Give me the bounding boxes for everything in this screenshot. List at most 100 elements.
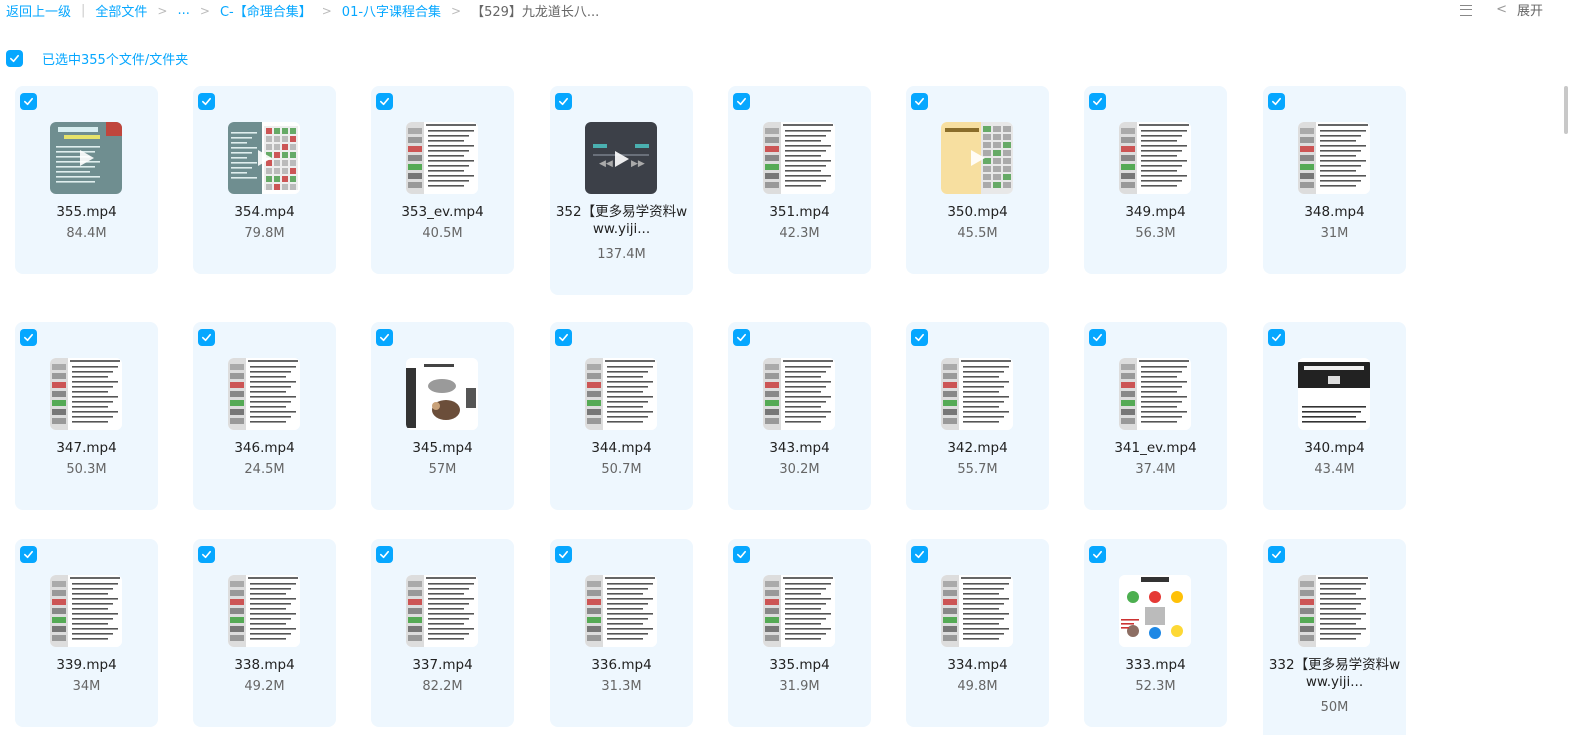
file-checkbox[interactable]	[376, 546, 393, 563]
file-name: 339.mp4	[56, 657, 117, 673]
video-thumbnail[interactable]	[50, 122, 122, 194]
file-card[interactable]: 354.mp4 79.8M	[193, 86, 336, 274]
checkmark-icon	[915, 550, 924, 559]
file-checkbox[interactable]	[20, 329, 37, 346]
video-thumbnail[interactable]	[585, 575, 657, 647]
checkmark-icon	[24, 97, 33, 106]
file-checkbox[interactable]	[376, 329, 393, 346]
file-checkbox[interactable]	[1089, 329, 1106, 346]
file-card[interactable]: 337.mp4 82.2M	[371, 539, 514, 727]
file-name: 354.mp4	[234, 204, 295, 220]
list-view-icon[interactable]	[1458, 2, 1474, 18]
file-checkbox[interactable]	[20, 93, 37, 110]
chevron-left-icon[interactable]: <	[1496, 2, 1507, 17]
video-thumbnail[interactable]	[406, 358, 478, 430]
checkmark-icon	[559, 333, 568, 342]
file-checkbox[interactable]	[1268, 546, 1285, 563]
file-card[interactable]: 345.mp4 57M	[371, 322, 514, 510]
file-checkbox[interactable]	[555, 329, 572, 346]
file-card[interactable]: 332【更多易学资料www.yiji... 50M	[1263, 539, 1406, 735]
file-card[interactable]: 348.mp4 31M	[1263, 86, 1406, 274]
breadcrumb-folder-1[interactable]: C-【命理合集】	[220, 1, 312, 20]
file-checkbox[interactable]	[733, 93, 750, 110]
file-size: 24.5M	[244, 462, 285, 477]
checkmark-icon	[1093, 550, 1102, 559]
scrollbar[interactable]	[1564, 86, 1568, 134]
file-card[interactable]: 341_ev.mp4 37.4M	[1084, 322, 1227, 510]
checkmark-icon	[380, 550, 389, 559]
video-thumbnail[interactable]	[406, 575, 478, 647]
file-card[interactable]: 334.mp4 49.8M	[906, 539, 1049, 727]
select-all-row: 已选中355个文件/文件夹	[6, 49, 188, 68]
video-thumbnail[interactable]	[763, 575, 835, 647]
file-card[interactable]: 344.mp4 50.7M	[550, 322, 693, 510]
video-thumbnail[interactable]	[228, 358, 300, 430]
video-thumbnail[interactable]	[585, 358, 657, 430]
video-thumbnail[interactable]: ◀◀ ▶▶	[585, 122, 657, 194]
file-card[interactable]: 346.mp4 24.5M	[193, 322, 336, 510]
file-checkbox[interactable]	[198, 329, 215, 346]
video-thumbnail[interactable]	[941, 122, 1013, 194]
video-thumbnail[interactable]	[406, 122, 478, 194]
video-thumbnail[interactable]	[763, 358, 835, 430]
video-thumbnail[interactable]	[1119, 122, 1191, 194]
file-card[interactable]: 340.mp4 43.4M	[1263, 322, 1406, 510]
video-thumbnail[interactable]	[50, 575, 122, 647]
file-checkbox[interactable]	[733, 546, 750, 563]
breadcrumb-separator-icon: >	[451, 3, 462, 18]
video-thumbnail[interactable]	[941, 358, 1013, 430]
breadcrumb-divider: |	[81, 3, 86, 18]
breadcrumb-ellipsis[interactable]: ...	[177, 3, 189, 18]
file-card[interactable]: 351.mp4 42.3M	[728, 86, 871, 274]
file-card[interactable]: 342.mp4 55.7M	[906, 322, 1049, 510]
file-size: 40.5M	[422, 226, 463, 241]
video-thumbnail[interactable]	[228, 575, 300, 647]
file-card[interactable]: 347.mp4 50.3M	[15, 322, 158, 510]
expand-button[interactable]: 展开	[1517, 0, 1543, 19]
breadcrumb-all-files[interactable]: 全部文件	[95, 1, 147, 20]
file-card[interactable]: 339.mp4 34M	[15, 539, 158, 727]
file-checkbox[interactable]	[1268, 93, 1285, 110]
file-checkbox[interactable]	[911, 329, 928, 346]
video-thumbnail[interactable]	[50, 358, 122, 430]
video-thumbnail[interactable]	[228, 122, 300, 194]
video-thumbnail[interactable]	[1298, 575, 1370, 647]
file-size: 49.8M	[957, 679, 998, 694]
file-checkbox[interactable]	[376, 93, 393, 110]
file-name: 350.mp4	[947, 204, 1008, 220]
video-thumbnail[interactable]	[1298, 358, 1370, 430]
file-card[interactable]: 333.mp4 52.3M	[1084, 539, 1227, 727]
file-checkbox[interactable]	[555, 93, 572, 110]
video-thumbnail[interactable]	[941, 575, 1013, 647]
checkmark-icon	[10, 54, 19, 63]
breadcrumb-folder-2[interactable]: 01-八字课程合集	[342, 1, 441, 20]
file-card[interactable]: 336.mp4 31.3M	[550, 539, 693, 727]
file-card[interactable]: ◀◀ ▶▶ 352【更多易学资料www.yiji... 137.4M	[550, 86, 693, 295]
top-bar: 返回上一级 | 全部文件 > ... > C-【命理合集】 > 01-八字课程合…	[0, 0, 1583, 22]
select-all-checkbox[interactable]	[6, 50, 23, 67]
file-checkbox[interactable]	[733, 329, 750, 346]
file-size: 82.2M	[422, 679, 463, 694]
file-card[interactable]: 353_ev.mp4 40.5M	[371, 86, 514, 274]
file-checkbox[interactable]	[911, 546, 928, 563]
file-card[interactable]: 349.mp4 56.3M	[1084, 86, 1227, 274]
video-thumbnail[interactable]	[763, 122, 835, 194]
file-checkbox[interactable]	[20, 546, 37, 563]
file-checkbox[interactable]	[1089, 93, 1106, 110]
file-card[interactable]: 338.mp4 49.2M	[193, 539, 336, 727]
file-checkbox[interactable]	[555, 546, 572, 563]
file-card[interactable]: 343.mp4 30.2M	[728, 322, 871, 510]
video-thumbnail[interactable]	[1119, 575, 1191, 647]
file-checkbox[interactable]	[198, 93, 215, 110]
file-checkbox[interactable]	[1268, 329, 1285, 346]
video-thumbnail[interactable]	[1298, 122, 1370, 194]
file-checkbox[interactable]	[198, 546, 215, 563]
file-checkbox[interactable]	[1089, 546, 1106, 563]
file-checkbox[interactable]	[911, 93, 928, 110]
back-link[interactable]: 返回上一级	[6, 1, 71, 20]
file-card[interactable]: 335.mp4 31.9M	[728, 539, 871, 727]
file-size: 137.4M	[597, 247, 646, 262]
video-thumbnail[interactable]	[1119, 358, 1191, 430]
file-card[interactable]: 355.mp4 84.4M	[15, 86, 158, 274]
file-card[interactable]: 350.mp4 45.5M	[906, 86, 1049, 274]
